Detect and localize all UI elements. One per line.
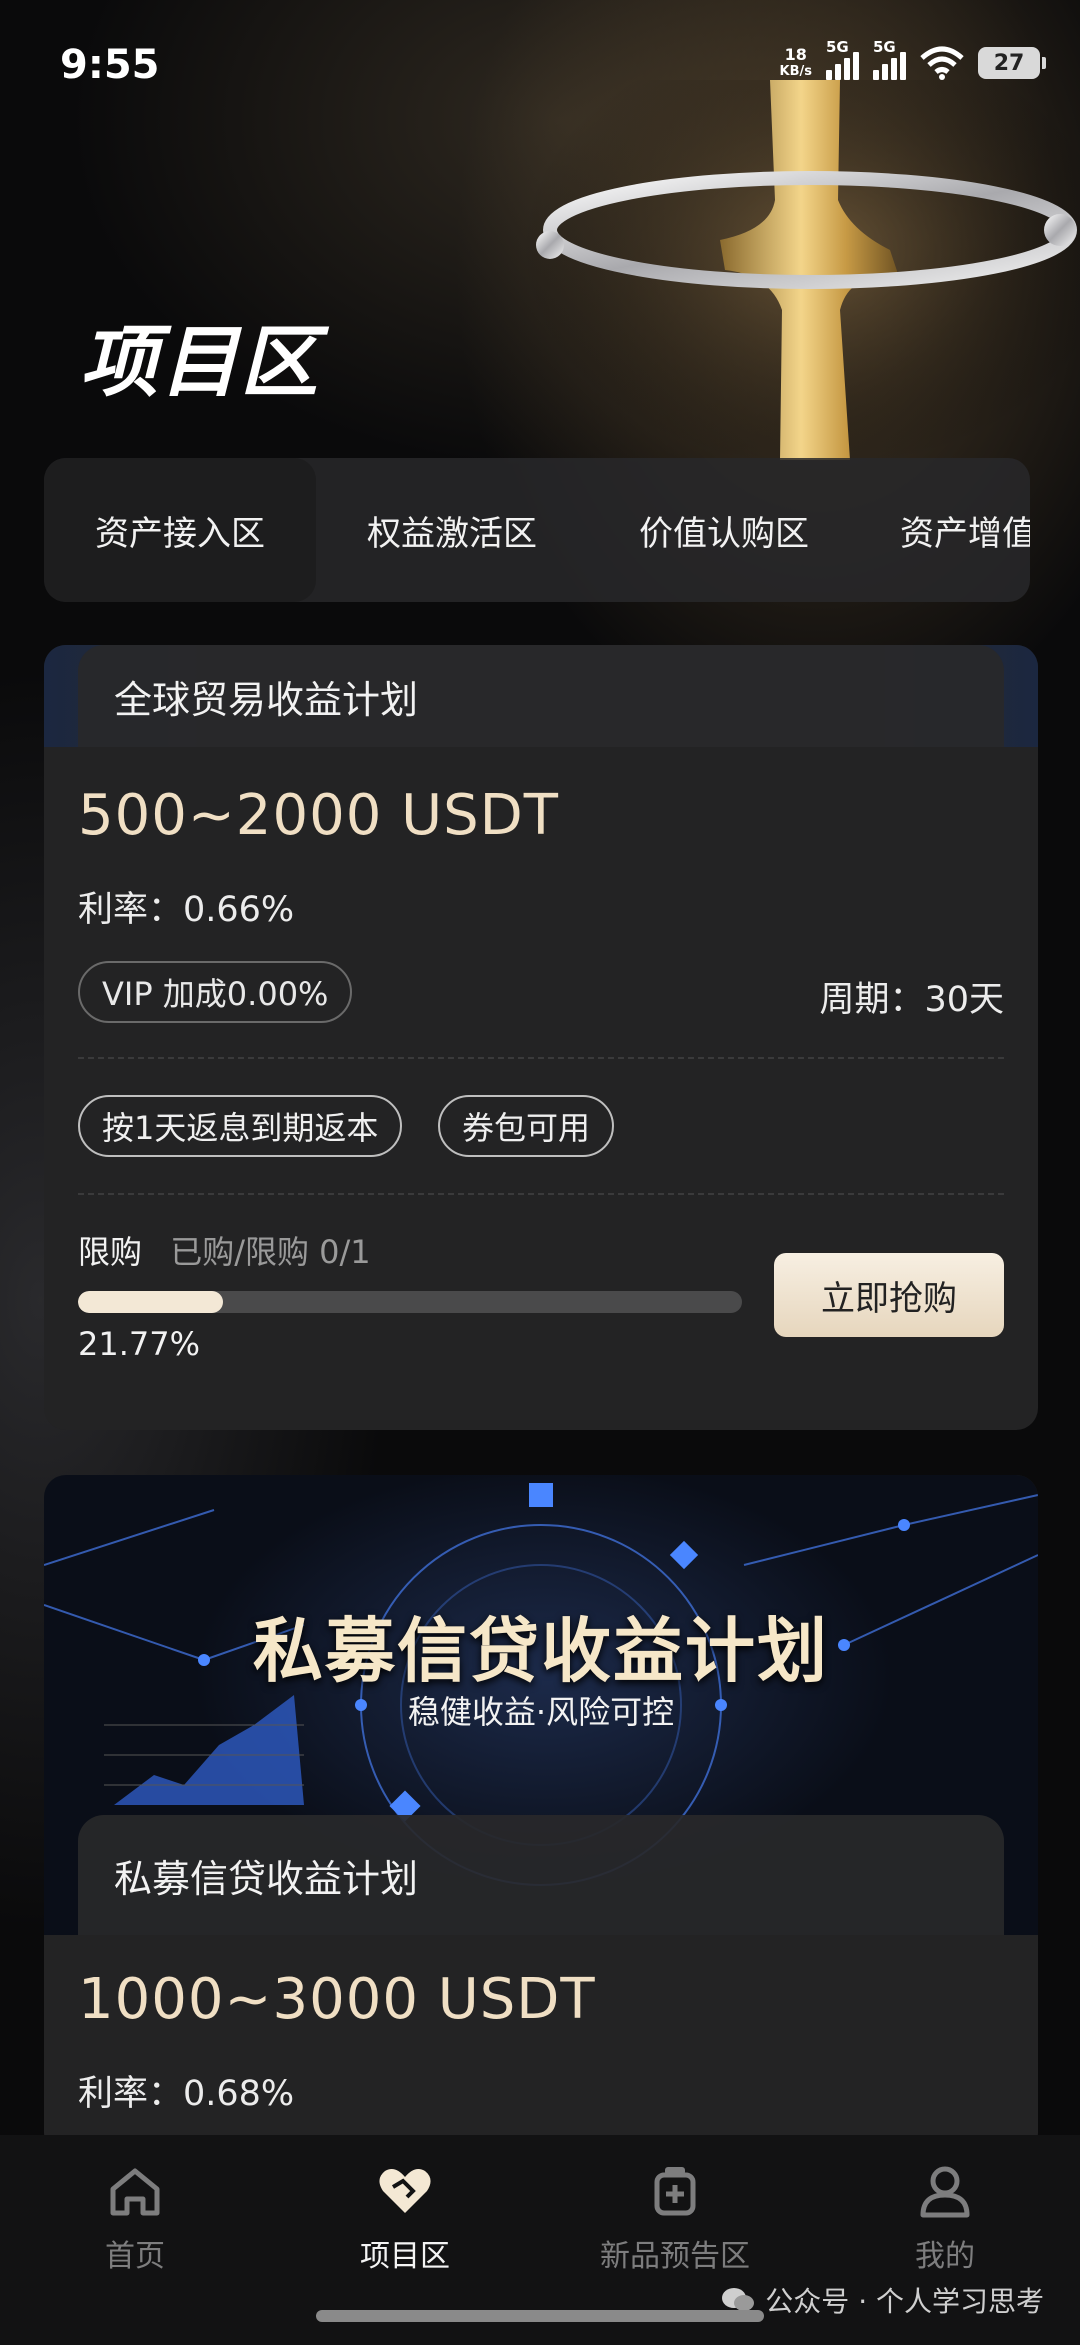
nav-home-label: 首页	[105, 2239, 165, 2274]
limit-label: 限购	[78, 1233, 143, 1271]
limit-value: 已购/限购 0/1	[170, 1233, 371, 1271]
banner-title: 私募信贷收益计划	[253, 1610, 829, 1692]
divider	[78, 1193, 1004, 1195]
tag-daily-interest: 按1天返息到期返本	[78, 1095, 403, 1157]
signal-icon: 5G	[826, 38, 859, 80]
product-card[interactable]: 全球贸易收益计划 500~2000 USDT 利率：0.66% VIP 加成0.…	[44, 645, 1038, 1430]
network-speed: 18 KB/s	[779, 45, 812, 79]
status-time: 9:55	[60, 42, 160, 88]
interest-rate: 利率：0.66%	[78, 890, 295, 930]
product-card[interactable]: 私募信贷收益计划 稳健收益·风险可控 私募信贷收益计划 1000~3000 US…	[44, 1475, 1038, 2155]
box-plus-icon	[654, 2167, 696, 2216]
tab-asset-access[interactable]: 资产接入区	[44, 458, 316, 602]
buy-now-button[interactable]: 立即抢购	[774, 1253, 1004, 1337]
card-banner: 私募信贷收益计划 稳健收益·风险可控 私募信贷收益计划	[44, 1475, 1038, 1935]
hero-artwork	[520, 80, 1080, 460]
card-banner: 全球贸易收益计划	[44, 645, 1038, 747]
wifi-icon	[920, 46, 964, 80]
page-title: 项目区	[80, 318, 321, 408]
amount-range: 500~2000 USDT	[78, 783, 559, 848]
progress-percent: 21.77%	[78, 1325, 201, 1363]
divider	[78, 1057, 1004, 1059]
interest-rate: 利率：0.68%	[78, 2074, 295, 2114]
category-tabs: 资产接入区 权益激活区 价值认购区 资产增值	[44, 458, 1030, 602]
product-name: 全球贸易收益计划	[78, 645, 1004, 747]
page: 9:55 18 KB/s 5G 5G 27 项目区 资产接入区 权益激活区 价值…	[0, 0, 1080, 2345]
home-icon	[110, 2168, 160, 2216]
user-icon	[920, 2166, 970, 2218]
home-indicator[interactable]	[316, 2310, 764, 2322]
signal-icon: 5G	[873, 38, 906, 80]
product-name: 私募信贷收益计划	[78, 1815, 1004, 1935]
tab-value-subscription[interactable]: 价值认购区	[588, 458, 860, 602]
watermark: 公众号 · 个人学习思考	[721, 2280, 1044, 2320]
nav-mine-label: 我的	[915, 2239, 975, 2274]
banner-subtitle: 稳健收益·风险可控	[407, 1693, 675, 1731]
handshake-heart-icon	[379, 2169, 431, 2213]
status-bar: 9:55 18 KB/s 5G 5G 27	[0, 0, 1080, 130]
progress-bar	[78, 1291, 742, 1313]
amount-range: 1000~3000 USDT	[78, 1967, 596, 2032]
purchase-limit: 限购 已购/限购 0/1	[78, 1227, 371, 1273]
status-icons: 18 KB/s 5G 5G 27	[779, 38, 1046, 80]
progress-fill	[78, 1291, 223, 1313]
nav-home[interactable]: 首页	[0, 2135, 270, 2345]
nav-new-preview-label: 新品预告区	[600, 2239, 750, 2274]
watermark-text: 公众号 · 个人学习思考	[765, 2285, 1044, 2318]
tag-coupon-available: 券包可用	[438, 1095, 615, 1157]
period-text: 周期：30天	[819, 980, 1004, 1020]
tab-asset-appreciation[interactable]: 资产增值	[860, 458, 1030, 602]
battery-icon: 27	[978, 47, 1046, 79]
nav-projects-label: 项目区	[360, 2239, 450, 2274]
vip-bonus-badge: VIP 加成0.00%	[78, 961, 353, 1023]
tab-rights-activation[interactable]: 权益激活区	[316, 458, 588, 602]
